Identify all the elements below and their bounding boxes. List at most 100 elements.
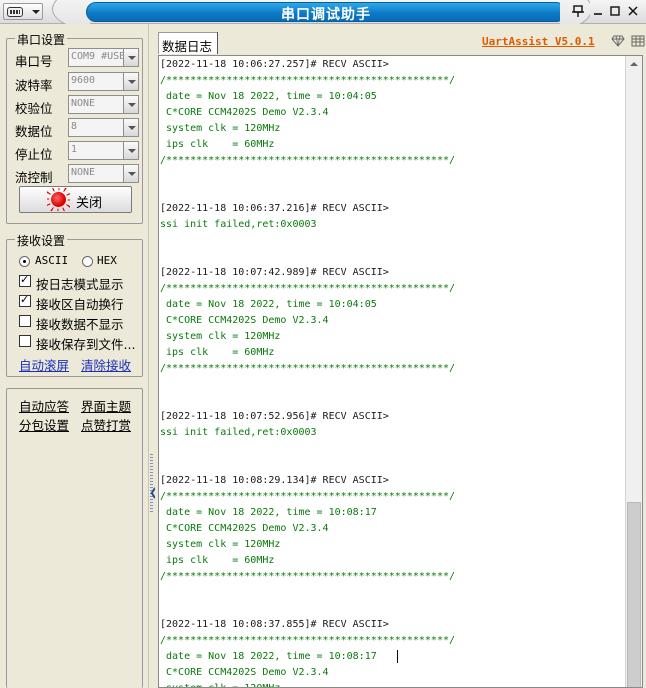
right-panel: 数据日志 UartAssist V5.0.1 [2022-11-18 10:06… xyxy=(155,24,646,688)
flow-label: 流控制 xyxy=(15,170,53,185)
stopbits-select[interactable]: 1 xyxy=(68,141,139,160)
close-port-button[interactable]: 关闭 xyxy=(19,186,132,213)
red-led-icon xyxy=(51,192,66,207)
log-data-line: system clk = 120MHz xyxy=(160,121,626,137)
donate-link[interactable]: 点赞打赏 xyxy=(81,415,131,434)
log-line-text: /***************************************… xyxy=(160,75,456,86)
theme-link[interactable]: 界面主题 xyxy=(81,396,131,415)
log-data-line: /***************************************… xyxy=(160,633,626,649)
log-line-text: /***************************************… xyxy=(160,155,456,166)
parity-value: NONE xyxy=(71,98,96,109)
log-data-line: /***************************************… xyxy=(160,281,626,297)
hide-data-checkbox[interactable] xyxy=(19,315,31,327)
log-line-text: C*CORE CCM4202S Demo V2.3.4 xyxy=(160,667,329,678)
log-line-text: /***************************************… xyxy=(160,283,456,294)
log-content: [2022-11-18 10:06:27.257]# RECV ASCII> /*… xyxy=(160,57,626,687)
log-line-text: date = Nov 18 2022, time = 10:04:05 xyxy=(160,91,377,102)
log-data-line: C*CORE CCM4202S Demo V2.3.4 xyxy=(160,313,626,329)
close-icon[interactable] xyxy=(625,4,641,20)
stopbits-label: 停止位 xyxy=(15,147,53,162)
auto-wrap-label: 接收区自动换行 xyxy=(36,297,124,312)
port-select[interactable]: COM9 #USB xyxy=(68,48,139,67)
log-data-line: date = Nov 18 2022, time = 10:08:17 xyxy=(160,649,626,665)
splitter-grip[interactable] xyxy=(150,454,153,512)
chevron-down-icon[interactable] xyxy=(123,48,139,67)
log-mode-checkbox[interactable] xyxy=(19,273,31,287)
auto-reply-link[interactable]: 自动应答 xyxy=(19,396,69,415)
panel-splitter[interactable]: ❮ xyxy=(148,24,158,688)
log-blank-line xyxy=(160,393,626,409)
grid-icon[interactable] xyxy=(631,35,645,47)
window-title: 串口调试助手 xyxy=(281,7,371,23)
log-line-text: /***************************************… xyxy=(160,635,456,646)
log-data-line: ssi init failed,ret:0x0003 xyxy=(160,217,626,233)
log-line-text: [2022-11-18 10:08:29.134]# RECV ASCII> xyxy=(160,475,389,486)
minimize-icon[interactable] xyxy=(590,4,606,20)
log-data-line: system clk = 120MHz xyxy=(160,329,626,345)
title-bar: 串口调试助手 xyxy=(0,0,646,24)
app-menu-button[interactable] xyxy=(3,3,43,20)
log-data-line: ssi init failed,ret:0x0003 xyxy=(160,425,626,441)
packet-settings-link[interactable]: 分包设置 xyxy=(19,415,69,434)
log-line-text: [2022-11-18 10:06:37.216]# RECV ASCII> xyxy=(160,203,389,214)
tab-data-log[interactable]: 数据日志 xyxy=(158,32,218,54)
chevron-down-icon[interactable] xyxy=(123,95,139,114)
chevron-down-icon[interactable] xyxy=(123,164,139,183)
receive-settings-title: 接收设置 xyxy=(15,232,68,249)
maximize-icon[interactable] xyxy=(607,4,623,20)
flow-select[interactable]: NONE xyxy=(68,164,139,183)
flow-value: NONE xyxy=(71,167,96,178)
ascii-radio[interactable] xyxy=(19,256,30,267)
log-line-text: ips clk = 60MHz xyxy=(160,555,275,566)
log-line-text: system clk = 120MHz xyxy=(160,683,280,687)
port-label: 串口号 xyxy=(15,54,53,69)
close-port-label: 关闭 xyxy=(76,196,103,211)
clear-receive-link[interactable]: 清除接收 xyxy=(81,355,131,374)
receive-log-area[interactable]: [2022-11-18 10:06:27.257]# RECV ASCII> /*… xyxy=(158,55,643,688)
scroll-thumb[interactable] xyxy=(627,502,641,687)
left-panel: 串口设置 串口号 COM9 #USB 波特率 9600 校验位 NONE 数据位 8 停止位 1 流… xyxy=(0,24,148,688)
log-line-text: /***************************************… xyxy=(160,491,456,502)
hex-radio[interactable] xyxy=(82,256,93,267)
log-blank-line xyxy=(160,377,626,393)
save-file-checkbox[interactable] xyxy=(19,335,31,347)
scroll-up-icon[interactable] xyxy=(626,56,642,72)
log-line-text: C*CORE CCM4202S Demo V2.3.4 xyxy=(160,523,329,534)
log-data-line: /***************************************… xyxy=(160,361,626,377)
chevron-down-icon[interactable] xyxy=(123,118,139,137)
baud-label: 波特率 xyxy=(15,78,53,93)
log-data-line: /***************************************… xyxy=(160,569,626,585)
log-line-text: C*CORE CCM4202S Demo V2.3.4 xyxy=(160,315,329,326)
log-line-text: date = Nov 18 2022, time = 10:08:17 xyxy=(160,651,377,662)
log-data-line: ips clk = 60MHz xyxy=(160,345,626,361)
stopbits-value: 1 xyxy=(71,144,78,155)
chevron-down-icon[interactable] xyxy=(123,141,139,160)
log-line-text: date = Nov 18 2022, time = 10:08:17 xyxy=(160,507,377,518)
log-header-line: [2022-11-18 10:06:27.257]# RECV ASCII> xyxy=(160,57,626,73)
auto-wrap-checkbox[interactable] xyxy=(19,293,31,307)
tab-separator xyxy=(217,32,219,54)
diamond-icon[interactable] xyxy=(611,35,625,47)
log-line-text: /***************************************… xyxy=(160,363,456,374)
log-blank-line xyxy=(160,457,626,473)
text-caret xyxy=(396,649,398,663)
pin-icon[interactable] xyxy=(570,4,586,20)
baud-select[interactable]: 9600 xyxy=(68,72,139,91)
databits-label: 数据位 xyxy=(15,124,53,139)
brand-link[interactable]: UartAssist V5.0.1 xyxy=(482,35,595,48)
log-data-line: C*CORE CCM4202S Demo V2.3.4 xyxy=(160,521,626,537)
baud-value: 9600 xyxy=(71,75,96,86)
log-data-line: date = Nov 18 2022, time = 10:04:05 xyxy=(160,297,626,313)
log-line-text: /***************************************… xyxy=(160,571,456,582)
log-line-text: [2022-11-18 10:07:42.989]# RECV ASCII> xyxy=(160,267,389,278)
log-vertical-scrollbar[interactable] xyxy=(625,56,642,687)
log-blank-line xyxy=(160,601,626,617)
autoscroll-link[interactable]: 自动滚屏 xyxy=(19,355,69,374)
chevron-down-icon[interactable] xyxy=(123,72,139,91)
parity-select[interactable]: NONE xyxy=(68,95,139,114)
databits-select[interactable]: 8 xyxy=(68,118,139,137)
log-data-line: /***************************************… xyxy=(160,73,626,89)
log-header-line: [2022-11-18 10:08:29.134]# RECV ASCII> xyxy=(160,473,626,489)
log-header-line: [2022-11-18 10:06:37.216]# RECV ASCII> xyxy=(160,201,626,217)
log-line-text: C*CORE CCM4202S Demo V2.3.4 xyxy=(160,107,329,118)
